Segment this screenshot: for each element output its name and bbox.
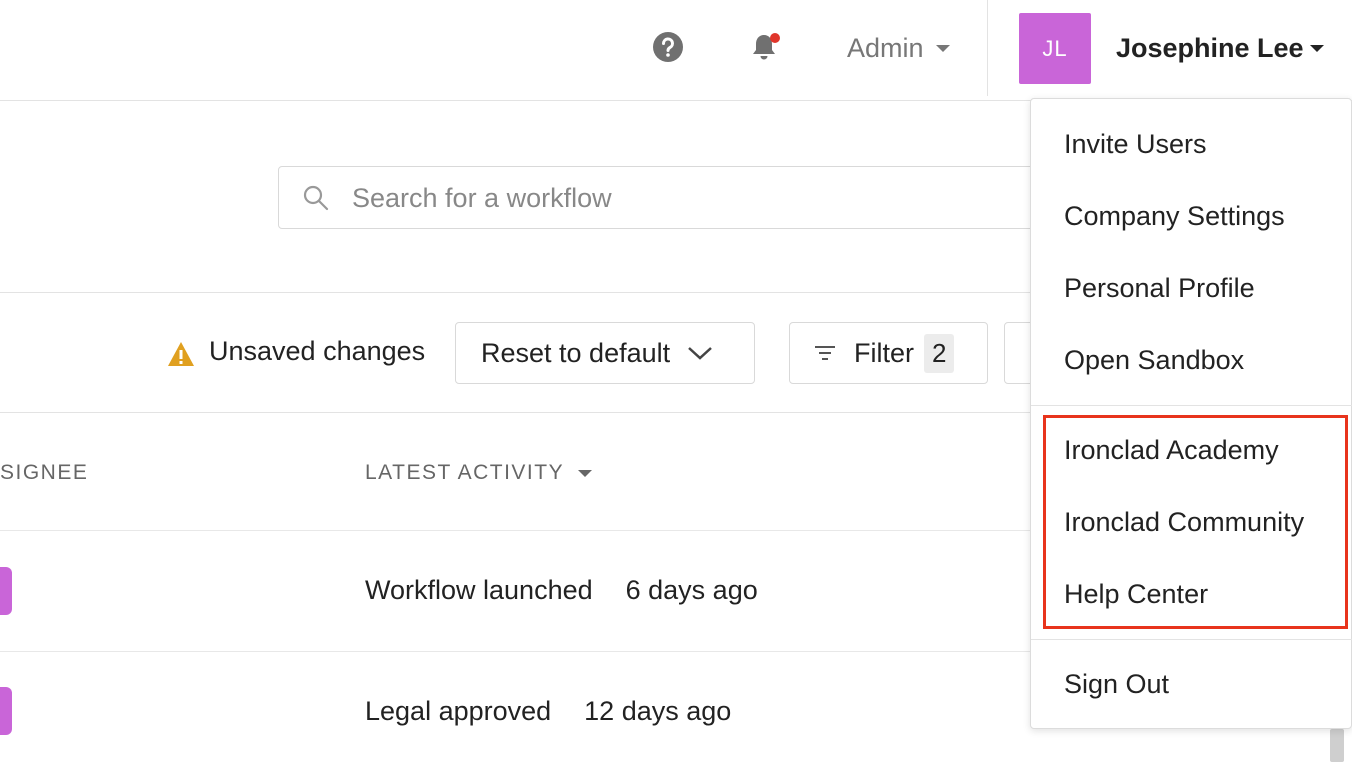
column-header-latest-activity[interactable]: LATEST ACTIVITY xyxy=(365,461,593,485)
unsaved-changes-label: Unsaved changes xyxy=(209,336,426,366)
chevron-down-icon xyxy=(935,44,950,52)
user-name: Josephine Lee xyxy=(1116,32,1304,63)
help-icon[interactable] xyxy=(652,31,684,63)
assignee-avatar xyxy=(0,687,12,735)
top-navigation-bar: Admin JL Josephine Lee xyxy=(0,0,1352,101)
filter-button[interactable]: Filter 2 xyxy=(789,322,988,384)
warning-icon xyxy=(168,342,194,366)
table-row[interactable]: Workflow launched 6 days ago xyxy=(365,575,758,606)
avatar[interactable]: JL xyxy=(1019,13,1091,84)
column-header-assignee[interactable]: SIGNEE xyxy=(0,461,88,485)
user-dropdown-menu: Invite Users Company Settings Personal P… xyxy=(1030,98,1352,729)
filter-label: Filter xyxy=(854,337,914,368)
assignee-avatar xyxy=(0,567,12,615)
menu-item-invite-users[interactable]: Invite Users xyxy=(1064,129,1207,160)
admin-label: Admin xyxy=(847,32,924,63)
menu-item-sign-out[interactable]: Sign Out xyxy=(1064,669,1169,700)
chevron-down-icon xyxy=(1309,44,1324,52)
sort-desc-icon xyxy=(578,469,593,477)
menu-item-personal-profile[interactable]: Personal Profile xyxy=(1064,273,1255,304)
menu-item-company-settings[interactable]: Company Settings xyxy=(1064,201,1285,232)
search-icon xyxy=(303,185,329,211)
column-header-label: LATEST ACTIVITY xyxy=(365,461,565,484)
menu-item-open-sandbox[interactable]: Open Sandbox xyxy=(1064,345,1244,376)
reset-to-default-button[interactable]: Reset to default xyxy=(455,322,755,384)
activity-text: Workflow launched xyxy=(365,575,593,605)
chevron-down-icon xyxy=(688,347,712,360)
notification-dot xyxy=(770,33,780,43)
menu-item-ironclad-community[interactable]: Ironclad Community xyxy=(1064,507,1304,538)
activity-time: 6 days ago xyxy=(625,575,758,605)
activity-text: Legal approved xyxy=(365,696,552,726)
user-menu-toggle[interactable]: Josephine Lee xyxy=(1116,30,1324,66)
admin-menu[interactable]: Admin xyxy=(847,30,950,66)
table-row[interactable]: Legal approved 12 days ago xyxy=(365,696,731,727)
bell-icon[interactable] xyxy=(748,30,782,64)
menu-item-ironclad-academy[interactable]: Ironclad Academy xyxy=(1064,435,1279,466)
scrollbar-thumb[interactable] xyxy=(1330,729,1344,762)
menu-divider xyxy=(1031,405,1352,406)
filter-count-badge: 2 xyxy=(924,333,955,373)
search-input[interactable] xyxy=(352,178,1012,218)
menu-item-help-center[interactable]: Help Center xyxy=(1064,579,1208,610)
reset-label: Reset to default xyxy=(481,337,671,368)
menu-divider xyxy=(1031,639,1352,640)
header-divider xyxy=(987,0,988,96)
activity-time: 12 days ago xyxy=(584,696,732,726)
filter-icon xyxy=(815,346,835,360)
